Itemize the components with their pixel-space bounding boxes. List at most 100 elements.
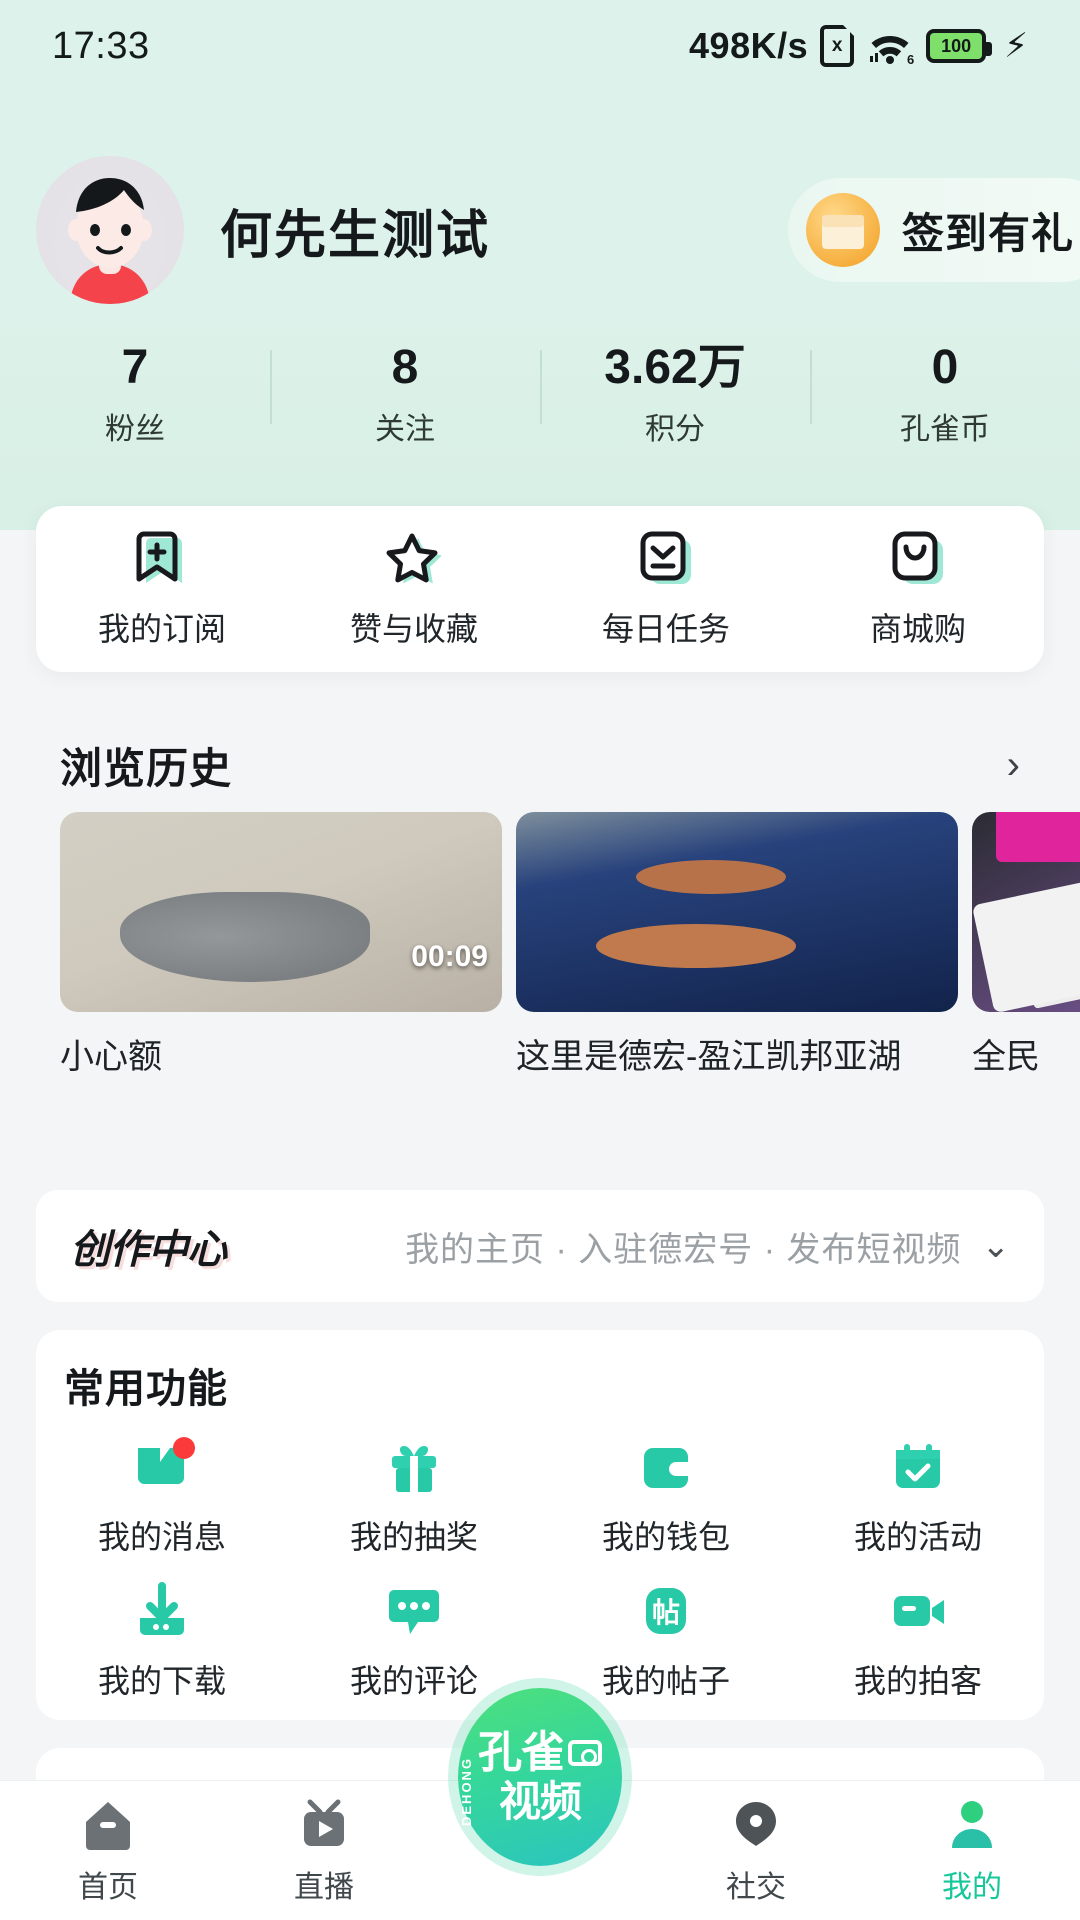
- stat-label: 积分: [645, 413, 705, 447]
- stat-label: 关注: [375, 413, 435, 447]
- profile-row: 何先生测试 签到有礼: [0, 150, 1080, 310]
- function-my-comments[interactable]: 我的评论: [288, 1580, 540, 1702]
- home-icon: [80, 1796, 136, 1852]
- fab-title-line2: 视频: [498, 1778, 582, 1825]
- quick-action-label: 赞与收藏: [349, 611, 478, 647]
- function-my-downloads[interactable]: 我的下载: [36, 1580, 288, 1702]
- tab-label: 直播: [294, 1870, 354, 1904]
- history-title-text: 全民: [972, 1038, 1040, 1076]
- chevron-down-icon[interactable]: ⌄: [982, 1226, 1011, 1266]
- creation-center-card[interactable]: 创作中心 我的主页 · 入驻德宏号 · 发布短视频 ⌄: [36, 1190, 1044, 1302]
- wallet-icon: [632, 1436, 700, 1498]
- status-bar: 17:33 498K/s x 6 100 ⚡: [0, 0, 1080, 92]
- tab-mine[interactable]: 我的: [864, 1796, 1080, 1906]
- stat-coins[interactable]: 0 孔雀币: [810, 340, 1080, 450]
- sim-card-disabled-icon: x: [820, 25, 855, 67]
- camera-icon: [568, 1740, 602, 1766]
- creation-center-right[interactable]: 我的主页 · 入驻德宏号 · 发布短视频 ⌄: [405, 1222, 1010, 1271]
- network-speed-text: 498K/s: [689, 25, 809, 66]
- function-my-videographer[interactable]: 我的拍客: [792, 1580, 1044, 1702]
- history-item[interactable]: 00:09 小心额: [60, 812, 502, 1142]
- stat-points[interactable]: 3.62万 积分: [540, 340, 810, 450]
- history-item[interactable]: 这里是德宏-盈江凯邦亚湖: [516, 812, 958, 1142]
- bookmark-plus-icon: [131, 528, 193, 590]
- history-title-text: 小心额: [60, 1038, 162, 1076]
- stat-label: 孔雀币: [900, 413, 990, 447]
- function-my-posts[interactable]: 帖 我的帖子: [540, 1580, 792, 1702]
- function-my-wallet[interactable]: 我的钱包: [540, 1436, 792, 1558]
- history-duration: 00:09: [411, 940, 488, 973]
- function-my-activities[interactable]: 我的活动: [792, 1436, 1044, 1558]
- gift-icon: [380, 1436, 448, 1498]
- tab-label: 我的: [942, 1870, 1002, 1904]
- create-video-fab[interactable]: DEHONG 孔雀 视频: [458, 1688, 622, 1866]
- gift-coin-icon: [805, 193, 880, 267]
- svg-text:6: 6: [907, 52, 914, 66]
- function-label: 我的帖子: [601, 1663, 730, 1699]
- function-label: 我的拍客: [853, 1663, 982, 1699]
- quick-action-likes-favorites[interactable]: 赞与收藏: [288, 528, 540, 650]
- shop-bag-icon: [887, 528, 949, 590]
- calendar-check-icon: [884, 1436, 952, 1498]
- history-thumbnail[interactable]: 00:09: [60, 812, 502, 1012]
- history-header[interactable]: 浏览历史 ›: [60, 735, 1020, 796]
- post-icon: 帖: [632, 1580, 700, 1642]
- comment-icon: [380, 1580, 448, 1642]
- status-bar-time: 17:33: [52, 24, 150, 67]
- function-label: 我的钱包: [601, 1519, 730, 1555]
- stat-value: 7: [121, 340, 149, 394]
- download-icon: [128, 1580, 196, 1642]
- battery-icon: 100: [926, 29, 993, 63]
- stat-value: 8: [391, 340, 419, 394]
- person-icon: [944, 1796, 1000, 1852]
- function-label: 我的下载: [97, 1663, 226, 1699]
- tab-home[interactable]: 首页: [0, 1796, 216, 1906]
- function-my-messages[interactable]: 我的消息: [36, 1436, 288, 1558]
- history-thumbnail[interactable]: [516, 812, 958, 1012]
- creation-center-subtitle: 我的主页 · 入驻德宏号 · 发布短视频: [405, 1230, 962, 1269]
- history-title-text: 这里是德宏-盈江凯邦亚湖: [516, 1038, 902, 1076]
- tab-social[interactable]: 社交: [648, 1796, 864, 1906]
- quick-action-label: 商城购: [869, 611, 966, 647]
- chevron-right-icon[interactable]: ›: [1007, 743, 1020, 788]
- quick-action-daily-tasks[interactable]: 每日任务: [540, 528, 792, 650]
- sim-x-glyph: x: [831, 35, 843, 56]
- svg-text:帖: 帖: [652, 1596, 680, 1629]
- star-icon: [383, 528, 445, 590]
- function-my-lottery[interactable]: 我的抽奖: [288, 1436, 540, 1558]
- message-icon: [128, 1436, 196, 1498]
- video-camera-icon: [884, 1580, 952, 1642]
- function-label: 我的抽奖: [349, 1519, 478, 1555]
- function-label: 我的活动: [853, 1519, 982, 1555]
- tab-live[interactable]: 直播: [216, 1796, 432, 1906]
- quick-action-shop[interactable]: 商城购: [792, 528, 1044, 650]
- quick-action-subscriptions[interactable]: 我的订阅: [36, 528, 288, 650]
- history-list[interactable]: 00:09 小心额 这里是德宏-盈江凯邦亚湖 全民: [0, 812, 1080, 1142]
- function-label: 我的评论: [349, 1663, 478, 1699]
- bottom-navigation: 首页 直播 社交 我的 DEHONG 孔雀 视频: [0, 1688, 1080, 1920]
- tab-label: 首页: [78, 1870, 138, 1904]
- stat-following[interactable]: 8 关注: [270, 340, 540, 450]
- profile-header: 17:33 498K/s x 6 100 ⚡ 何先生测试 签到有礼 7 粉丝 8…: [0, 0, 1080, 530]
- status-bar-icons: 498K/s x 6 100 ⚡: [689, 25, 1028, 67]
- history-thumbnail[interactable]: [972, 812, 1080, 1012]
- common-functions-grid: 我的消息 我的抽奖 我的钱包 我的活动 我的下载 我的评论 帖 我的帖子 我的拍…: [36, 1436, 1044, 1724]
- social-icon: [728, 1796, 784, 1852]
- stat-fans[interactable]: 7 粉丝: [0, 340, 270, 450]
- tab-label: 社交: [726, 1870, 786, 1904]
- fab-title-line1: 孔雀: [478, 1731, 602, 1775]
- quick-action-label: 每日任务: [601, 611, 730, 647]
- signin-reward-label: 签到有礼: [901, 209, 1074, 257]
- avatar[interactable]: [36, 156, 184, 304]
- history-title: 浏览历史: [60, 745, 233, 792]
- stat-value: 3.62万: [604, 340, 746, 394]
- stats-row: 7 粉丝 8 关注 3.62万 积分 0 孔雀币: [0, 340, 1080, 450]
- common-functions-title: 常用功能: [64, 1367, 228, 1411]
- fab-line1-text: 孔雀: [478, 1728, 565, 1777]
- function-label: 我的消息: [97, 1519, 226, 1555]
- creation-center-logo: 创作中心: [70, 1228, 227, 1272]
- history-item[interactable]: 全民: [972, 812, 1080, 1142]
- wifi-6-icon: 6: [866, 26, 914, 66]
- checklist-icon: [635, 528, 697, 590]
- signin-reward-button[interactable]: 签到有礼: [787, 178, 1080, 282]
